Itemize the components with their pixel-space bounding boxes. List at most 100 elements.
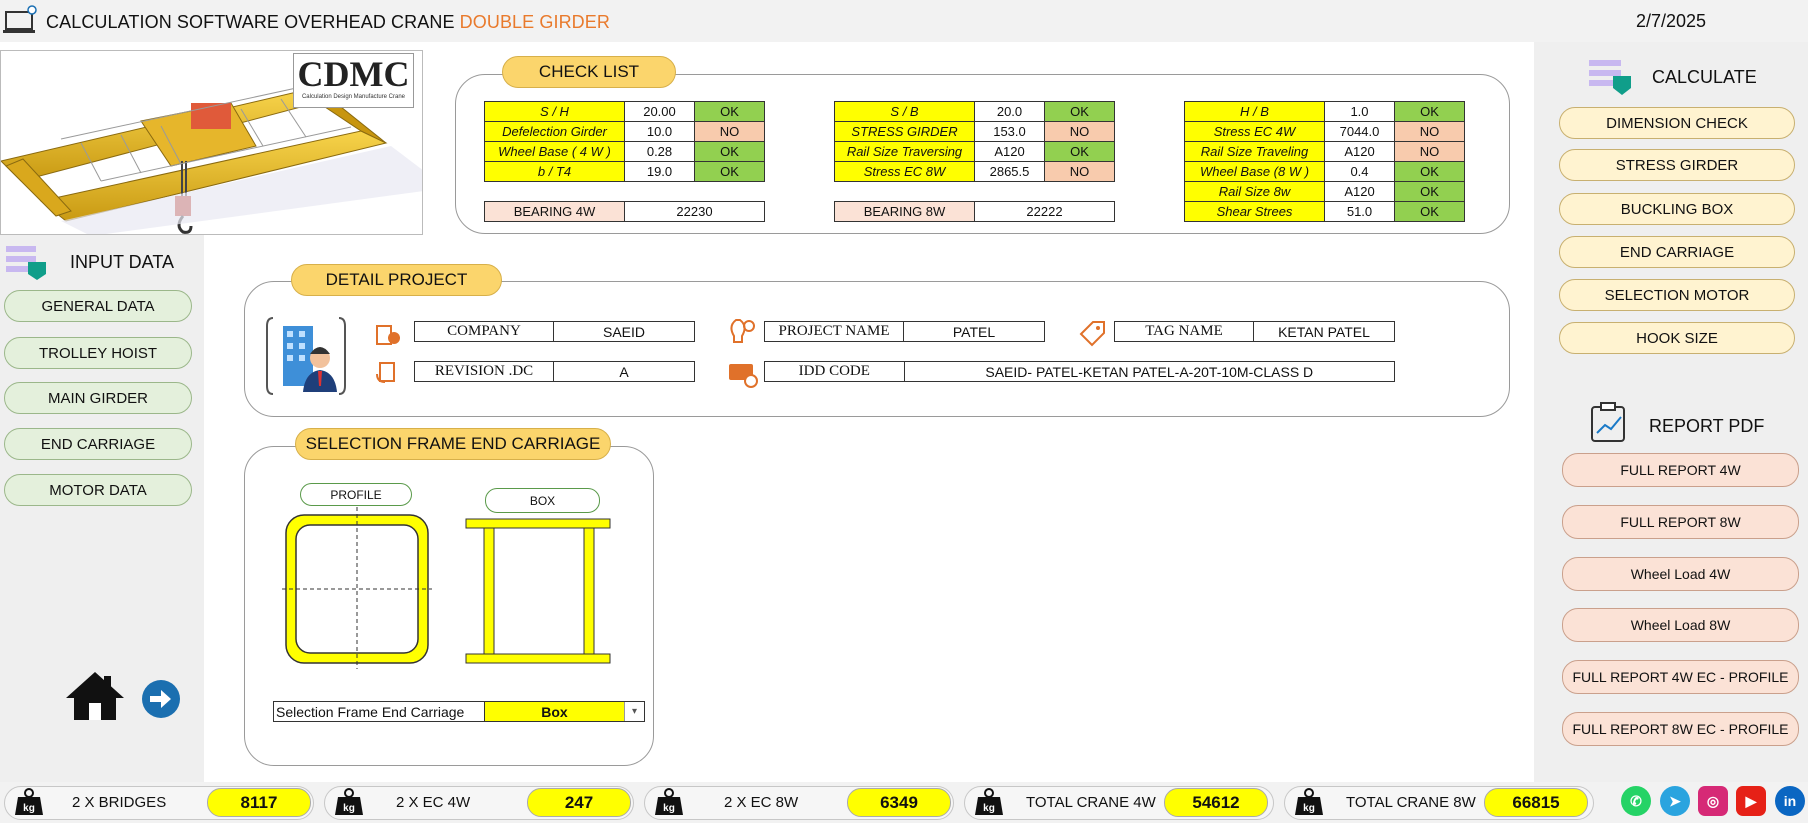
youtube-icon[interactable]: ▶ [1736, 786, 1766, 816]
project-name-label: PROJECT NAME [765, 322, 904, 341]
buckling-box-button[interactable]: BUCKLING BOX [1559, 193, 1795, 225]
check-value: 0.28 [624, 141, 695, 162]
check-status: OK [1044, 141, 1115, 162]
box-label: BOX [485, 488, 600, 513]
company-value[interactable]: SAEID [554, 322, 694, 341]
selection-motor-button[interactable]: SELECTION MOTOR [1559, 279, 1795, 311]
frame-selection-dropdown[interactable]: ▾ [624, 702, 644, 721]
wheel-load-8w-button[interactable]: Wheel Load 8W [1562, 608, 1799, 642]
hook-size-button[interactable]: HOOK SIZE [1559, 322, 1795, 354]
app-title: CALCULATION SOFTWARE OVERHEAD CRANE DOUB… [46, 12, 610, 33]
tag-icon [1079, 321, 1105, 347]
check-status: NO [1044, 121, 1115, 142]
end-carriage-calc-button[interactable]: END CARRIAGE [1559, 236, 1795, 268]
frame-selection-value[interactable]: Box [484, 702, 625, 721]
weight-unit: kg [23, 803, 35, 814]
checklist-row: S / H 20.00 OK [484, 101, 765, 122]
project-name-value[interactable]: PATEL [904, 322, 1044, 341]
check-value: 19.0 [624, 161, 695, 182]
checklist-table-3: H / B 1.0 OK Stress EC 4W 7044.0 NO Rail Size … [1184, 101, 1465, 222]
check-label: Defelection Girder [484, 121, 625, 142]
laptop-icon [3, 5, 37, 33]
weight-value: 8117 [207, 788, 311, 817]
dimension-check-button[interactable]: DIMENSION CHECK [1559, 107, 1795, 139]
cdmc-logo: CDMC Calculation Design Manufacture Cran… [293, 53, 414, 108]
checklist-row: b / T4 19.0 OK [484, 161, 765, 182]
trolley-hoist-button[interactable]: TROLLEY HOIST [4, 337, 192, 369]
checklist-row: H / B 1.0 OK [1184, 101, 1465, 122]
full-report-4w-ec-profile-button[interactable]: FULL REPORT 4W EC - PROFILE [1562, 660, 1799, 694]
weight-unit: kg [983, 803, 995, 814]
revision-value[interactable]: A [554, 362, 694, 381]
checklist-table-2: S / B 20.0 OK STRESS GIRDER 153.0 NO Rail Size… [834, 101, 1115, 182]
telegram-icon[interactable]: ➤ [1660, 786, 1690, 816]
home-icon[interactable] [64, 670, 126, 722]
id-card-icon [729, 364, 758, 388]
logo-text: CDMC [297, 54, 410, 94]
check-status: NO [1394, 141, 1465, 162]
weight-value: 6349 [847, 788, 951, 817]
stress-girder-button[interactable]: STRESS GIRDER [1559, 149, 1795, 181]
check-status: OK [694, 101, 765, 122]
idd-code-label: IDD CODE [765, 362, 905, 381]
wheel-load-4w-button[interactable]: Wheel Load 4W [1562, 557, 1799, 591]
check-value: 7044.0 [1324, 121, 1395, 142]
tag-name-row: TAG NAME KETAN PATEL [1114, 321, 1395, 342]
idd-code-value[interactable]: SAEID- PATEL-KETAN PATEL-A-20T-10M-CLASS… [905, 362, 1394, 381]
end-carriage-input-button[interactable]: END CARRIAGE [4, 428, 192, 460]
company-row: COMPANY SAEID [414, 321, 695, 342]
check-status: OK [1394, 101, 1465, 122]
project-heading: DETAIL PROJECT [291, 264, 502, 296]
bearing-8w-value: 22222 [974, 201, 1115, 222]
check-value: 0.4 [1324, 161, 1395, 182]
main-girder-button[interactable]: MAIN GIRDER [4, 382, 192, 414]
bearing-4w-value: 22230 [624, 201, 765, 222]
logo-subtext: Calculation Design Manufacture Crane [301, 94, 406, 100]
frame-selection-heading: SELECTION FRAME END CARRIAGE [295, 428, 611, 460]
idd-code-row: IDD CODE SAEID- PATEL-KETAN PATEL-A-20T-… [764, 361, 1395, 382]
check-label: STRESS GIRDER [834, 121, 975, 142]
frame-selection-label: Selection Frame End Carriage [274, 702, 485, 721]
project-idea-icon [730, 319, 755, 343]
full-report-4w-button[interactable]: FULL REPORT 4W [1562, 453, 1799, 487]
profile-diagram [282, 507, 432, 669]
instagram-icon[interactable]: ◎ [1698, 786, 1728, 816]
weight-icon: kg [15, 788, 43, 815]
check-value: 2865.5 [974, 161, 1045, 182]
profile-label: PROFILE [300, 483, 412, 506]
general-data-button[interactable]: GENERAL DATA [4, 290, 192, 322]
checklist-row: Rail Size Traversing A120 OK [834, 141, 1115, 162]
checklist-row: Wheel Base (8 W ) 0.4 OK [1184, 161, 1465, 182]
bearing-4w-table: BEARING 4W 22230 [484, 201, 765, 222]
full-report-8w-ec-profile-button[interactable]: FULL REPORT 8W EC - PROFILE [1562, 712, 1799, 746]
weight-label: 2 X EC 4W [396, 794, 471, 811]
calculate-icon [1589, 60, 1631, 95]
motor-data-button[interactable]: MOTOR DATA [4, 474, 192, 506]
check-label: Rail Size 8w [1184, 181, 1325, 202]
check-label: b / T4 [484, 161, 625, 182]
full-report-8w-button[interactable]: FULL REPORT 8W [1562, 505, 1799, 539]
check-status: OK [1394, 161, 1465, 182]
weight-value: 247 [527, 788, 631, 817]
check-label: Stress EC 4W [1184, 121, 1325, 142]
input-data-icon [6, 246, 46, 280]
weight-icon: kg [335, 788, 363, 815]
next-arrow-icon[interactable] [140, 680, 182, 718]
whatsapp-icon[interactable]: ✆ [1621, 786, 1651, 816]
check-value: A120 [974, 141, 1045, 162]
tag-name-value[interactable]: KETAN PATEL [1254, 322, 1394, 341]
company-label: COMPANY [415, 322, 554, 341]
checklist-row: Wheel Base ( 4 W ) 0.28 OK [484, 141, 765, 162]
check-value: 51.0 [1324, 201, 1395, 222]
input-data-heading: INPUT DATA [70, 252, 175, 272]
check-value: A120 [1324, 141, 1395, 162]
checklist-row: Rail Size Traveling A120 NO [1184, 141, 1465, 162]
revision-icon [376, 362, 395, 383]
check-status: OK [1394, 201, 1465, 222]
report-chart-icon [1591, 402, 1625, 442]
check-value: 1.0 [1324, 101, 1395, 122]
linkedin-icon[interactable]: in [1775, 786, 1805, 816]
check-label: Rail Size Traversing [834, 141, 975, 162]
checklist-row: Stress EC 8W 2865.5 NO [834, 161, 1115, 182]
checklist-row: Stress EC 4W 7044.0 NO [1184, 121, 1465, 142]
